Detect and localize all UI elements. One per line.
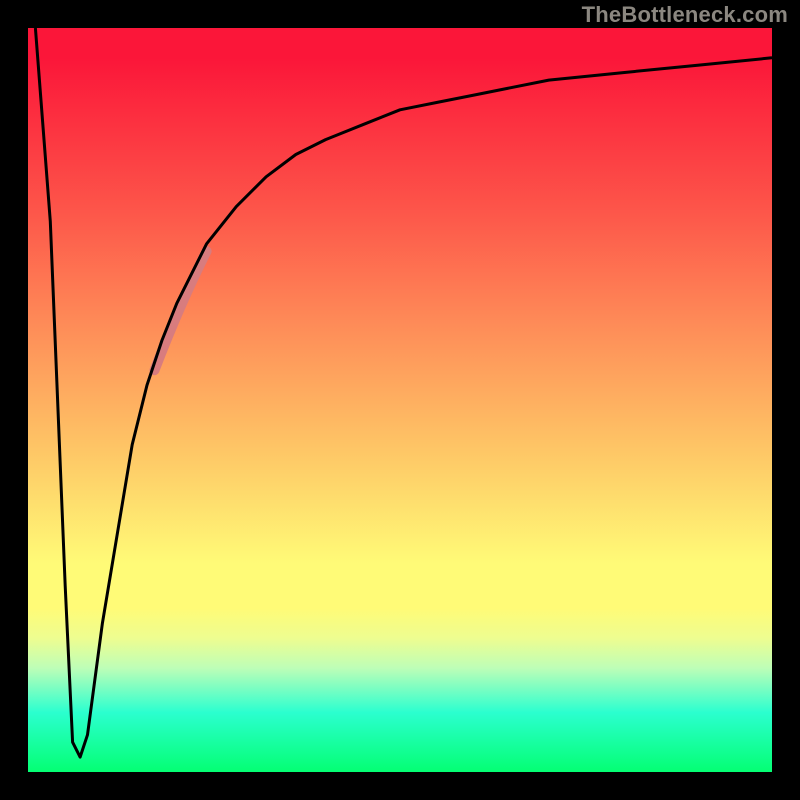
curve-layer xyxy=(28,28,772,772)
bottleneck-curve xyxy=(35,28,772,757)
highlight-segment xyxy=(155,251,207,370)
chart-frame: TheBottleneck.com xyxy=(0,0,800,800)
plot-area xyxy=(28,28,772,772)
watermark-text: TheBottleneck.com xyxy=(582,2,788,28)
